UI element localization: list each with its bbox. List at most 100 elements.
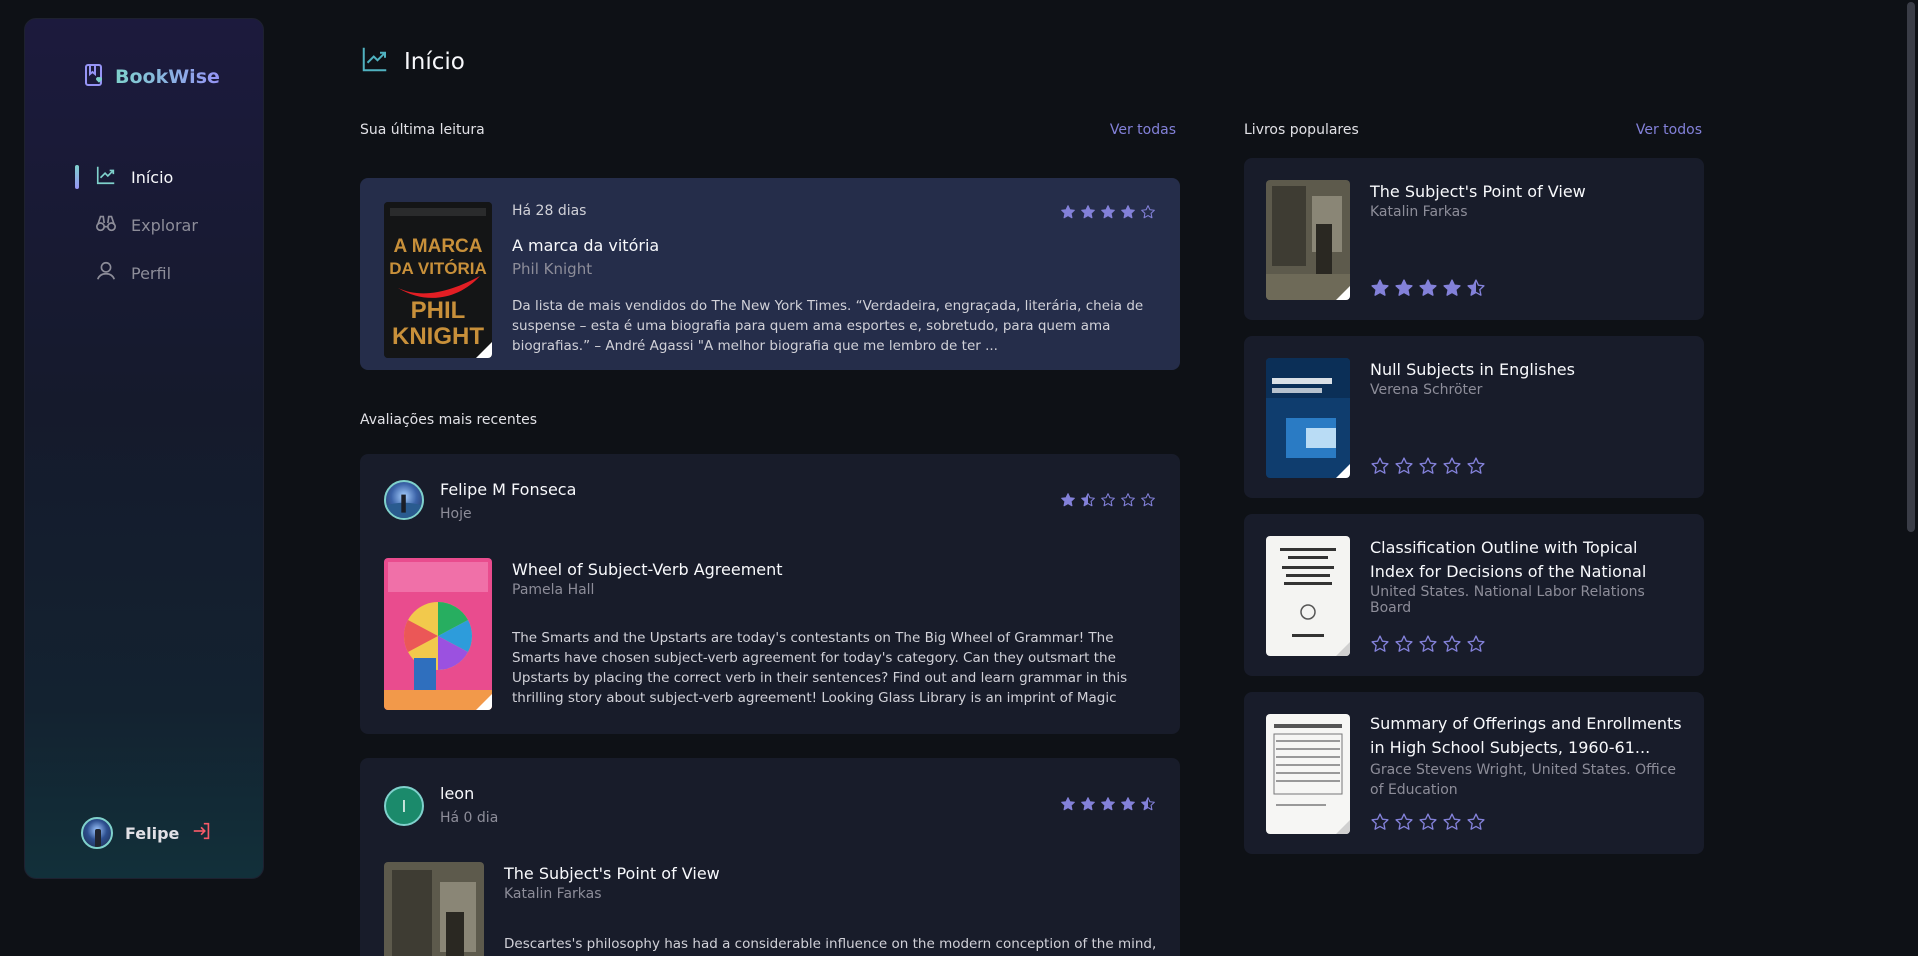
see-all-link[interactable]: Ver todos [1636,122,1702,138]
sidebar-item-explorar[interactable]: Explorar [75,201,198,249]
app-name: BookWise [115,66,220,88]
star-icon [1061,205,1075,219]
star-icon [1061,797,1075,811]
binoculars-icon [95,212,117,238]
page-title: Início [360,44,465,80]
book-title: The Subject's Point of View [504,864,720,883]
star-icon [1419,457,1437,474]
book-description: Da lista de mais vendidos do The New Yor… [512,298,1144,354]
rating-stars [1060,492,1156,508]
book-cover [1266,714,1350,834]
book-title: Summary of Offerings and Enrollments in … [1370,714,1682,757]
book-cover [1266,358,1350,478]
rating-stars [1370,278,1486,298]
popular-book-card[interactable]: Classification Outline with Topical Inde… [1244,514,1704,676]
chart-line-icon [95,164,117,190]
avatar[interactable] [81,817,113,849]
avatar[interactable]: l [384,786,424,826]
book-cover [384,558,492,710]
rating-stars [1060,204,1156,220]
star-icon [1419,813,1437,830]
page-title-text: Início [404,49,465,75]
star-icon [1081,205,1095,219]
book-title: The Subject's Point of View [1370,182,1586,201]
reading-time: Há 28 dias [512,203,587,219]
scrollbar[interactable] [1904,0,1918,956]
book-title: Classification Outline with Topical Inde… [1370,538,1647,581]
star-icon [1443,279,1461,296]
star-icon [1101,205,1115,219]
user-name: Felipe [125,823,180,843]
star-icon [1467,635,1485,652]
book-heart-icon [83,63,105,91]
book-info: Classification Outline with Topical Inde… [1370,536,1686,616]
book-author: Katalin Farkas [1370,204,1468,220]
star-icon [1467,279,1485,296]
sidebar-item-inicio[interactable]: Início [75,153,198,201]
book-author: United States. National Labor Relations … [1370,584,1645,616]
star-icon [1141,797,1155,811]
star-icon [1101,493,1115,507]
star-icon [1141,205,1155,219]
popular-book-card[interactable]: Null Subjects in Englishes Verena Schröt… [1244,336,1704,498]
book-info: Summary of Offerings and Enrollments in … [1370,712,1686,800]
book-author: Pamela Hall [512,582,595,598]
sign-out-icon[interactable] [191,820,213,846]
popular-book-card[interactable]: The Subject's Point of View Katalin Fark… [1244,158,1704,320]
see-all-link[interactable]: Ver todas [1110,122,1176,138]
sidebar-item-label: Início [131,167,174,187]
reviewer-name: Felipe M Fonseca [440,480,577,499]
popular-header: Livros populares Ver todos [1244,122,1702,138]
review-time: Hoje [440,506,472,522]
star-icon [1467,457,1485,474]
last-reading-header: Sua última leitura Ver todas [360,122,1176,138]
book-title: Wheel of Subject-Verb Agreement [512,560,783,579]
star-icon [1101,797,1115,811]
review-time: Há 0 dia [440,810,499,826]
star-icon [1061,493,1075,507]
rating-stars [1370,634,1486,654]
star-icon [1419,635,1437,652]
star-icon [1443,635,1461,652]
star-icon [1395,457,1413,474]
star-icon [1371,813,1389,830]
book-cover: A MARCA DA VITÓRIA PHIL KNIGHT [384,202,492,358]
star-icon [1395,813,1413,830]
reviewer-name: leon [440,784,475,803]
popular-book-card[interactable]: Summary of Offerings and Enrollments in … [1244,692,1704,854]
book-description: Descartes's philosophy has had a conside… [504,936,1157,952]
review-card[interactable]: l leon Há 0 dia The Subject's Point of V… [360,758,1180,956]
book-cover [1266,180,1350,300]
star-icon [1371,635,1389,652]
book-cover [1266,536,1350,656]
section-label: Livros populares [1244,122,1359,138]
logo[interactable]: BookWise [83,63,220,91]
star-icon [1395,635,1413,652]
cover-title-2: DA VITÓRIA [389,259,487,278]
star-icon [1443,813,1461,830]
star-icon [1141,493,1155,507]
star-icon [1395,279,1413,296]
book-author: Katalin Farkas [504,886,602,902]
rating-stars [1370,456,1486,476]
book-description: The Smarts and the Upstarts are today's … [512,630,1128,706]
book-author: Phil Knight [512,260,593,278]
book-info: The Subject's Point of View Katalin Fark… [1370,180,1686,220]
scrollbar-thumb[interactable] [1907,2,1915,532]
review-card[interactable]: Felipe M Fonseca Hoje Wheel of Subject-V… [360,454,1180,734]
star-icon [1081,493,1095,507]
star-icon [1121,493,1135,507]
star-icon [1121,205,1135,219]
book-title: Null Subjects in Englishes [1370,360,1575,379]
book-author: Verena Schröter [1370,382,1483,398]
star-icon [1443,457,1461,474]
section-label: Avaliações mais recentes [360,412,538,428]
rating-stars [1060,796,1156,812]
avatar[interactable] [384,480,424,520]
book-author: Grace Stevens Wright, United States. Off… [1370,762,1677,798]
last-reading-card[interactable]: A MARCA DA VITÓRIA PHIL KNIGHT Há 28 dia… [360,178,1180,370]
sidebar-nav: Início Explorar Perfil [75,153,198,297]
sidebar-item-perfil[interactable]: Perfil [75,249,198,297]
sidebar: BookWise Início Explorar Perfil Felipe [24,18,264,879]
star-icon [1371,457,1389,474]
